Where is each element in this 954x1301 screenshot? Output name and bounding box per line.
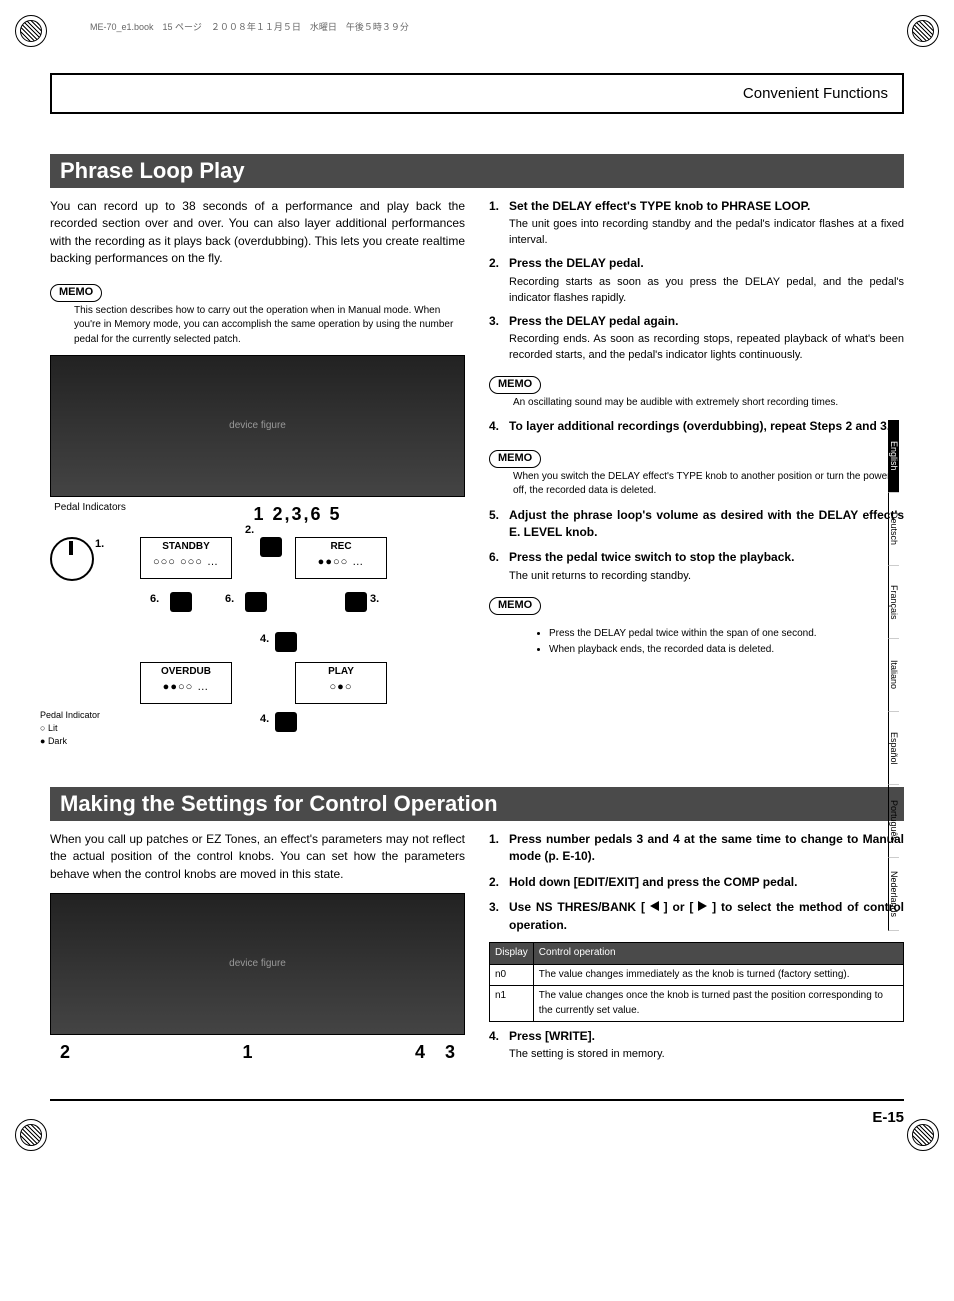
control-operation-table: Display Control operation n0 The value c…	[489, 942, 904, 1022]
step-title: Adjust the phrase loop's volume as desir…	[509, 507, 904, 542]
pedal-press-icon	[275, 632, 297, 652]
diagram-step-1: 1.	[95, 537, 104, 553]
state-label: REC	[330, 541, 351, 552]
step-desc: The unit returns to recording standby.	[509, 569, 904, 585]
s2-step-4: 4.Press [WRITE].The setting is stored in…	[489, 1028, 904, 1063]
step-desc: Recording ends. As soon as recording sto…	[509, 332, 904, 364]
lang-tab-nederlands[interactable]: Nederlands	[888, 858, 899, 931]
step-title: Hold down [EDIT/EXIT] and press the COMP…	[509, 874, 904, 891]
state-play: PLAY ○●○	[295, 662, 387, 704]
lang-tab-francais[interactable]: Français	[888, 566, 899, 639]
table-row: n0 The value changes immediately as the …	[490, 964, 904, 986]
pedal-press-icon	[260, 537, 282, 557]
state-rec: REC ●●○○ …	[295, 537, 387, 579]
lang-tab-deutsch[interactable]: Deutsch	[888, 493, 899, 566]
memo-badge: MEMO	[489, 450, 541, 468]
step-title: To layer additional recordings (overdubb…	[509, 418, 904, 435]
step-desc: Recording starts as soon as you press th…	[509, 275, 904, 307]
lang-tab-italiano[interactable]: Italiano	[888, 639, 899, 712]
step-5: 5.Adjust the phrase loop's volume as des…	[489, 507, 904, 544]
table-cell: n0	[490, 964, 534, 986]
memo-text: An oscillating sound may be audible with…	[513, 396, 904, 411]
memo-text: This section describes how to carry out …	[74, 304, 465, 348]
step-title: Set the DELAY effect's TYPE knob to PHRA…	[509, 198, 904, 215]
memo-badge: MEMO	[489, 597, 541, 615]
page-header: Convenient Functions	[50, 73, 904, 114]
section2-intro: When you call up patches or EZ Tones, an…	[50, 831, 465, 883]
lang-tab-english[interactable]: English	[888, 420, 899, 493]
arrow-left-icon	[650, 901, 659, 911]
diagram-step-3: 3.	[370, 592, 379, 608]
step-4: 4.To layer additional recordings (overdu…	[489, 418, 904, 437]
diagram-step-4b: 4.	[260, 712, 269, 728]
memo-bullet: Press the DELAY pedal twice within the s…	[549, 627, 904, 642]
diagram-step-4: 4.	[260, 632, 269, 648]
memo-badge: MEMO	[489, 376, 541, 394]
language-tabs: English Deutsch Français Italiano Españo…	[888, 420, 934, 931]
s2-step-2: 2.Hold down [EDIT/EXIT] and press the CO…	[489, 874, 904, 893]
memo-bullet: When playback ends, the recorded data is…	[549, 643, 904, 658]
table-cell: n1	[490, 986, 534, 1022]
state-label: OVERDUB	[161, 666, 211, 677]
diagram-step-6b: 6.	[225, 592, 234, 608]
fig2-num-3: 3	[425, 1039, 455, 1065]
step-title: Press [WRITE].	[509, 1028, 904, 1045]
pedal-press-icon	[170, 592, 192, 612]
step-title: Press the DELAY pedal.	[509, 255, 904, 272]
fig-step-numbers: 1 2,3,6 5	[130, 501, 465, 527]
step-2: 2.Press the DELAY pedal.Recording starts…	[489, 255, 904, 306]
legend: Pedal Indicator ○ Lit ● Dark	[40, 709, 104, 747]
print-meta-line: ME-70_e1.book 15 ページ ２００８年１１月５日 水曜日 午後５時…	[90, 20, 904, 33]
state-label: PLAY	[328, 666, 354, 677]
step-title: Press number pedals 3 and 4 at the same …	[509, 831, 904, 866]
fig2-num-4: 4	[395, 1039, 425, 1065]
legend-lit: Lit	[48, 723, 58, 733]
step-1: 1.Set the DELAY effect's TYPE knob to PH…	[489, 198, 904, 249]
type-knob-icon	[50, 537, 94, 581]
diagram-step-6: 6.	[150, 592, 159, 608]
step-desc: The unit goes into recording standby and…	[509, 217, 904, 249]
step-desc: The setting is stored in memory.	[509, 1047, 904, 1063]
fig2-num-1: 1	[100, 1039, 395, 1065]
s2-step-1: 1.Press number pedals 3 and 4 at the sam…	[489, 831, 904, 868]
device-figure: device figure	[50, 355, 465, 497]
step-title: Press the DELAY pedal again.	[509, 313, 904, 330]
table-cell: The value changes immediately as the kno…	[533, 964, 903, 986]
fig-label-pedal-indicators: Pedal Indicators	[50, 501, 130, 527]
step-6: 6.Press the pedal twice switch to stop t…	[489, 549, 904, 584]
memo-text: When you switch the DELAY effect's TYPE …	[513, 470, 904, 499]
lang-tab-espanol[interactable]: Español	[888, 712, 899, 785]
step-3: 3.Press the DELAY pedal again.Recording …	[489, 313, 904, 364]
legend-dark: Dark	[48, 736, 67, 746]
state-label: STANDBY	[162, 541, 210, 552]
fig2-num-2: 2	[60, 1039, 100, 1065]
memo-badge: MEMO	[50, 284, 102, 302]
section-title-phrase-loop: Phrase Loop Play	[50, 154, 904, 188]
table-cell: The value changes once the knob is turne…	[533, 986, 903, 1022]
s2-step-3: 3.Use NS THRES/BANK [ ] or [ ] to select…	[489, 899, 904, 936]
pedal-press-icon	[345, 592, 367, 612]
device-figure-2: device figure	[50, 893, 465, 1035]
pedal-press-icon	[275, 712, 297, 732]
step-title: Use NS THRES/BANK [ ] or [ ] to select t…	[509, 899, 904, 934]
pedal-press-icon	[245, 592, 267, 612]
diagram-step-2: 2.	[245, 523, 254, 539]
table-head-display: Display	[490, 943, 534, 965]
lang-tab-portugues[interactable]: Português	[888, 785, 899, 858]
state-diagram: 1. STANDBY ○○○ ○○○ … 2. REC ●●○○ … 6. 6.…	[50, 537, 465, 757]
page-number: E-15	[50, 1099, 904, 1126]
section-title-control-operation: Making the Settings for Control Operatio…	[50, 787, 904, 821]
state-overdub: OVERDUB ●●○○ …	[140, 662, 232, 704]
fig2-numbers: 2 1 4 3	[50, 1039, 465, 1065]
state-standby: STANDBY ○○○ ○○○ …	[140, 537, 232, 579]
legend-title: Pedal Indicator	[40, 709, 104, 722]
table-row: n1 The value changes once the knob is tu…	[490, 986, 904, 1022]
section1-intro: You can record up to 38 seconds of a per…	[50, 198, 465, 268]
memo-bullets: Press the DELAY pedal twice within the s…	[509, 627, 904, 658]
step-title: Press the pedal twice switch to stop the…	[509, 549, 904, 566]
table-head-operation: Control operation	[533, 943, 903, 965]
arrow-right-icon	[698, 901, 707, 911]
